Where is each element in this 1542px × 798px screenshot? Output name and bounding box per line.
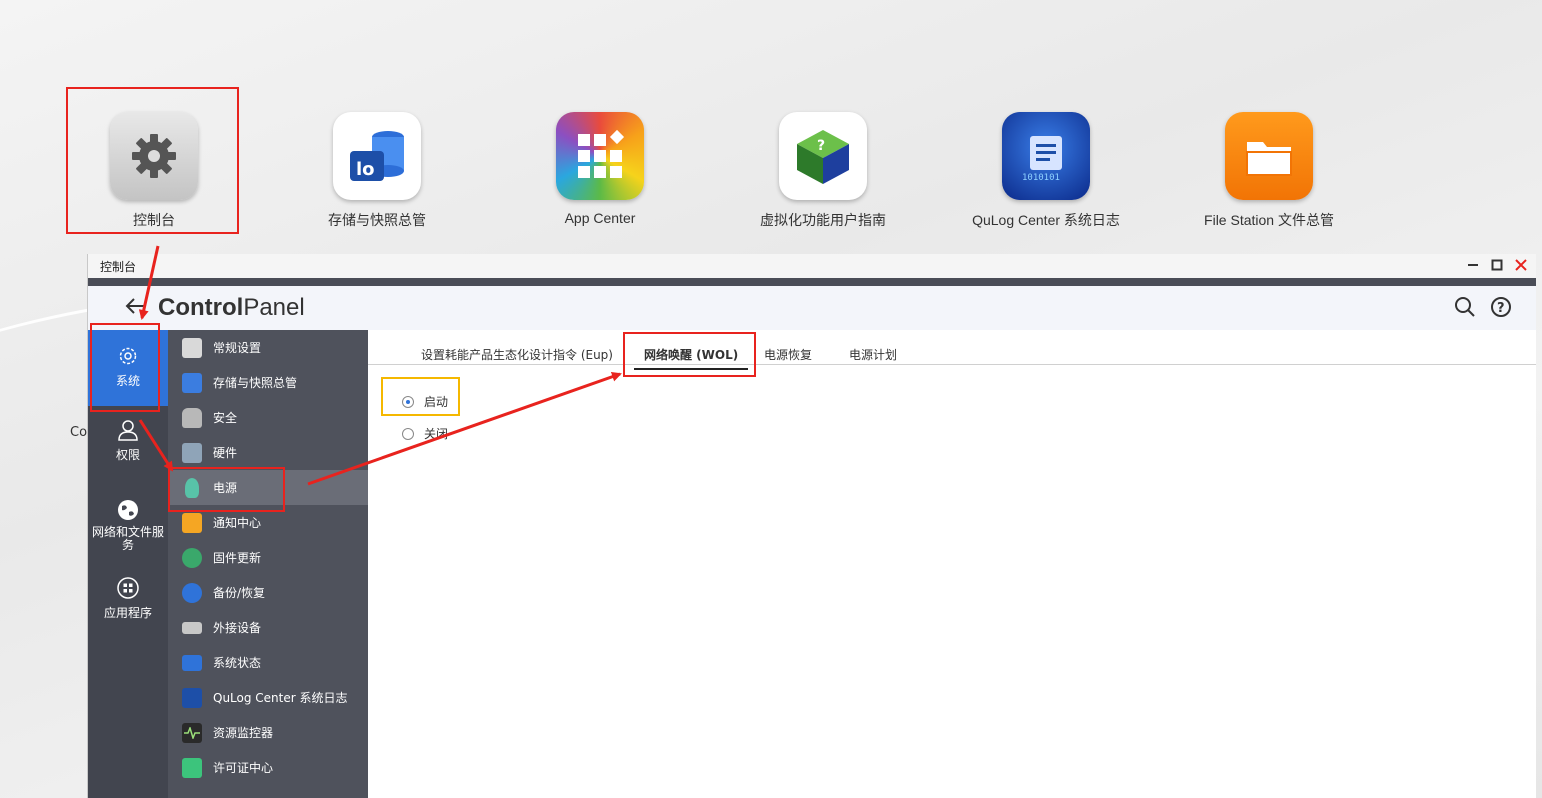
lock-icon	[182, 407, 202, 428]
desktop-icon-label: QuLog Center 系统日志	[972, 212, 1120, 228]
radio-disable-label: 关闭	[424, 427, 449, 441]
sidebar-item-label: 网络和文件服务	[91, 525, 164, 552]
menu-item-label: 硬件	[213, 446, 238, 460]
help-icon[interactable]: ?	[1490, 296, 1512, 322]
sidebar-item-permission[interactable]: 权限	[88, 418, 168, 478]
tab-eup[interactable]: 设置耗能产品生态化设计指令 (Eup)	[421, 346, 613, 363]
svg-text:?: ?	[1497, 301, 1505, 316]
radio-disable[interactable]	[402, 427, 414, 440]
license-icon	[182, 757, 202, 778]
user-icon	[118, 420, 138, 441]
menu-item-label: 备份/恢复	[213, 586, 266, 600]
menu-item-label: 资源监控器	[213, 726, 274, 740]
sidebar-item-network[interactable]: 网络和文件服务	[88, 498, 168, 562]
window-controls	[1466, 258, 1528, 272]
control-panel-window: 控制台 ControlPanel ? 系统 权限 网络和文件服务 应用程序 常规…	[87, 254, 1536, 798]
menu-item-security[interactable]: 安全	[168, 400, 368, 435]
brand-light: Panel	[243, 294, 305, 321]
clipboard-icon	[182, 337, 202, 358]
backup-icon	[182, 582, 202, 603]
globe-icon	[118, 500, 138, 520]
pulse-icon	[182, 722, 202, 743]
desktop-stray-text: Co	[70, 425, 88, 440]
log-icon: 1010101	[1002, 112, 1090, 200]
folder-icon	[1225, 112, 1313, 200]
hardware-icon	[182, 442, 202, 463]
back-arrow-icon[interactable]	[124, 296, 146, 322]
sidebar-item-label: 权限	[115, 448, 140, 462]
desktop-icon-virtualization-guide[interactable]: ? 虚拟化功能用户指南	[723, 112, 923, 230]
monitor-icon	[182, 654, 202, 671]
window-titlebar[interactable]: 控制台	[88, 254, 1536, 278]
power-settings-panel: 设置耗能产品生态化设计指令 (Eup) 网络唤醒 (WOL) 电源恢复 电源计划…	[368, 330, 1536, 798]
svg-text:1010101: 1010101	[1022, 173, 1060, 183]
desktop-icon-label: App Center	[564, 210, 636, 226]
system-menu: 常规设置 存储与快照总管 安全 硬件 电源 通知中心 固件更新 备份/恢复 外接…	[168, 330, 368, 798]
firmware-icon	[182, 547, 202, 568]
menu-item-license[interactable]: 许可证中心	[168, 750, 368, 785]
menu-item-hardware[interactable]: 硬件	[168, 435, 368, 470]
apps-icon	[117, 577, 139, 599]
storage-icon	[182, 372, 202, 393]
menu-item-label: 安全	[213, 411, 238, 425]
search-icon[interactable]	[1454, 296, 1476, 322]
annotation-box-enable	[381, 377, 460, 416]
app-header: ControlPanel ?	[88, 286, 1536, 330]
desktop-icon-label: 虚拟化功能用户指南	[760, 212, 886, 228]
menu-item-system-status[interactable]: 系统状态	[168, 645, 368, 680]
header-icons: ?	[1454, 296, 1512, 322]
menu-item-label: 外接设备	[213, 621, 262, 635]
header-strip	[88, 278, 1536, 286]
svg-text:lo: lo	[356, 159, 375, 180]
menu-item-label: 通知中心	[213, 516, 262, 530]
power-tabs: 设置耗能产品生态化设计指令 (Eup) 网络唤醒 (WOL) 电源恢复 电源计划	[368, 330, 1536, 370]
tab-power-recovery[interactable]: 电源恢复	[764, 346, 812, 363]
brand-bold: Control	[158, 294, 244, 321]
menu-item-resource-monitor[interactable]: 资源监控器	[168, 715, 368, 750]
desktop-icon-qulog[interactable]: 1010101 QuLog Center 系统日志	[946, 112, 1146, 230]
sidebar-item-label: 应用程序	[103, 606, 152, 620]
menu-item-qulog[interactable]: QuLog Center 系统日志	[168, 680, 368, 715]
minimize-icon[interactable]	[1466, 258, 1480, 272]
menu-item-label: 存储与快照总管	[213, 376, 298, 390]
window-title: 控制台	[100, 259, 137, 274]
menu-item-external-device[interactable]: 外接设备	[168, 610, 368, 645]
menu-item-label: 常规设置	[213, 341, 262, 355]
annotation-box-system	[90, 323, 160, 412]
menu-item-label: 许可证中心	[213, 761, 274, 775]
menu-item-label: 系统状态	[213, 656, 262, 670]
desktop-icon-app-center[interactable]: App Center	[500, 112, 700, 226]
app-center-icon	[556, 112, 644, 200]
svg-text:?: ?	[817, 138, 825, 154]
menu-item-label: QuLog Center 系统日志	[213, 691, 348, 705]
close-icon[interactable]	[1514, 258, 1528, 272]
annotation-box-control-panel	[66, 87, 239, 234]
menu-item-firmware[interactable]: 固件更新	[168, 540, 368, 575]
desktop-icon-file-station[interactable]: File Station 文件总管	[1169, 112, 1369, 230]
cube-help-icon: ?	[779, 112, 867, 200]
log-icon	[182, 687, 202, 708]
menu-item-general-settings[interactable]: 常规设置	[168, 330, 368, 365]
maximize-icon[interactable]	[1490, 258, 1504, 272]
tab-power-schedule[interactable]: 电源计划	[849, 346, 897, 363]
external-drive-icon	[182, 621, 202, 634]
sidebar-item-applications[interactable]: 应用程序	[88, 576, 168, 626]
menu-item-label: 固件更新	[213, 551, 262, 565]
annotation-box-power	[168, 467, 285, 512]
annotation-box-wol-tab	[623, 332, 756, 377]
desktop-icon-label: 存储与快照总管	[328, 212, 426, 228]
notification-icon	[182, 512, 202, 533]
storage-snapshot-icon: lo	[333, 112, 421, 200]
menu-item-storage[interactable]: 存储与快照总管	[168, 365, 368, 400]
wol-option-disable[interactable]: 关闭	[402, 425, 448, 442]
desktop-icon-storage[interactable]: lo 存储与快照总管	[277, 112, 477, 230]
app-brand: ControlPanel	[158, 294, 305, 322]
desktop-icon-label: File Station 文件总管	[1204, 212, 1334, 228]
menu-item-backup[interactable]: 备份/恢复	[168, 575, 368, 610]
